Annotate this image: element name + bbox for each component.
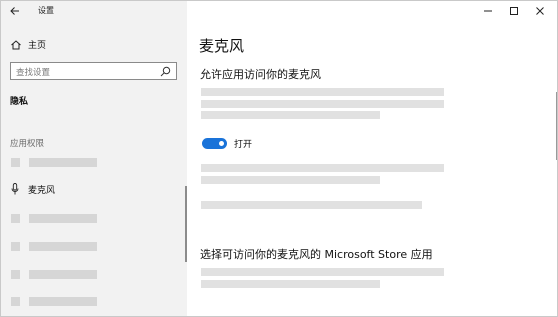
allow-access-heading: 允许应用访问你的麦克风 [200,68,321,81]
placeholder-text [201,164,444,172]
close-button[interactable] [527,4,553,18]
back-arrow-icon[interactable] [9,5,21,17]
settings-window: 设置 主页 查找设置 隐私 应用权限 麦克风 麦克风 允许应用访问你的麦克风 打… [0,0,558,317]
microphone-access-toggle[interactable] [202,138,227,149]
app-title: 设置 [38,6,54,15]
home-label: 主页 [28,41,47,51]
placeholder-text [201,111,380,119]
app-permissions-header: 应用权限 [10,139,45,149]
placeholder-text [201,100,444,108]
placeholder-text [201,268,444,276]
placeholder-icon [11,297,20,306]
title-bar: 设置 [1,1,187,21]
sidebar-item-placeholder[interactable] [1,154,187,170]
search-input[interactable]: 查找设置 [10,62,177,80]
close-icon [536,7,544,15]
toggle-state-label: 打开 [234,140,253,150]
privacy-heading: 隐私 [10,97,29,107]
maximize-icon [510,7,518,15]
maximize-button[interactable] [501,4,527,18]
minimize-icon [484,10,492,12]
placeholder-label [29,242,97,251]
placeholder-label [29,214,97,223]
sidebar-item-placeholder[interactable] [1,266,187,282]
placeholder-icon [11,214,20,223]
toggle-knob [219,141,224,146]
main-content: 麦克风 允许应用访问你的麦克风 打开 选择可访问你的麦克风的 Microsoft… [187,1,557,316]
sidebar-item-placeholder[interactable] [1,293,187,309]
placeholder-text [201,176,380,184]
placeholder-icon [11,270,20,279]
placeholder-label [29,270,97,279]
placeholder-link[interactable] [201,201,422,209]
window-controls [475,4,553,18]
store-apps-heading: 选择可访问你的麦克风的 Microsoft Store 应用 [200,248,433,261]
sidebar-item-placeholder[interactable] [1,210,187,226]
sidebar-item-label: 麦克风 [28,186,56,196]
placeholder-icon [11,158,20,167]
page-title: 麦克风 [199,37,245,55]
search-icon[interactable] [160,66,171,77]
placeholder-text [201,88,444,96]
sidebar-item-microphone[interactable]: 麦克风 [1,182,187,198]
minimize-button[interactable] [475,4,501,18]
microphone-icon [11,183,19,195]
home-nav-item[interactable]: 主页 [10,38,46,51]
placeholder-label [29,297,97,306]
sidebar: 设置 主页 查找设置 隐私 应用权限 麦克风 [1,1,187,316]
sidebar-item-placeholder[interactable] [1,238,187,254]
placeholder-icon [11,242,20,251]
placeholder-label [29,158,97,167]
search-placeholder: 查找设置 [16,68,51,78]
home-icon [11,39,21,49]
placeholder-text [201,280,380,288]
